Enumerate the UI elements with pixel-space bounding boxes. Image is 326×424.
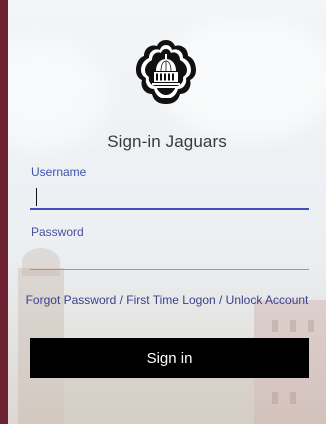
password-label: Password bbox=[31, 225, 84, 239]
background-window bbox=[290, 392, 296, 404]
dome-emblem-icon bbox=[136, 40, 196, 104]
text-caret bbox=[36, 188, 37, 206]
sign-in-button[interactable]: Sign in bbox=[30, 338, 309, 378]
forgot-password-link[interactable]: Forgot Password / First Time Logon / Unl… bbox=[8, 293, 326, 307]
background-window bbox=[272, 320, 278, 332]
background-window bbox=[290, 320, 296, 332]
username-label: Username bbox=[31, 165, 87, 179]
username-input[interactable] bbox=[30, 184, 309, 210]
background-window bbox=[308, 320, 314, 332]
background-window bbox=[272, 392, 278, 404]
page-title: Sign-in Jaguars bbox=[107, 132, 227, 151]
password-input[interactable] bbox=[30, 244, 309, 270]
login-panel: Sign-in Jaguars Username Password Forgot… bbox=[8, 0, 326, 424]
